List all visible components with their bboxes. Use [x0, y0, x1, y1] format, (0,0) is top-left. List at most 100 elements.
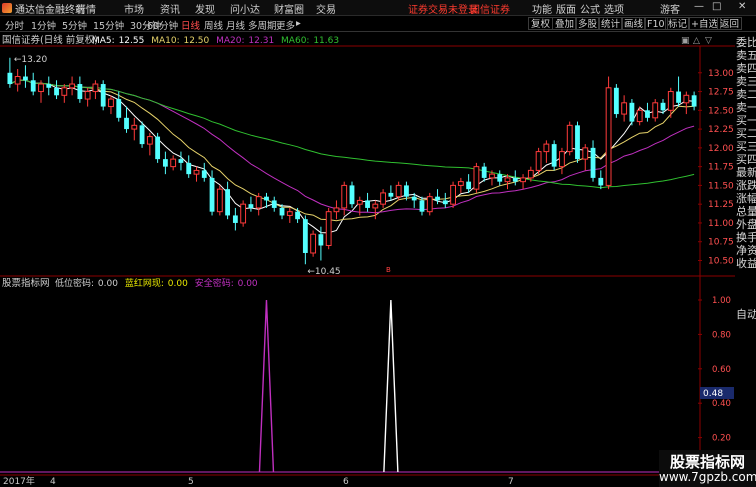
candle-up [527, 169, 534, 179]
period-tab-active[interactable]: 日线 [181, 18, 200, 32]
menu-discover[interactable]: 发现 [195, 1, 215, 16]
overlay-button[interactable]: 叠加 [552, 17, 578, 30]
indicator-spike [258, 299, 275, 473]
candle-down [691, 95, 697, 107]
menu-market[interactable]: 市场 [124, 1, 144, 16]
back-button[interactable]: 返回 [717, 17, 743, 30]
side-item[interactable]: 最新 [736, 166, 756, 179]
zoom-out-icon[interactable]: ▽ [705, 36, 712, 46]
menu-ask[interactable]: 问小达 [230, 1, 260, 16]
more-arrow-icon[interactable]: ▸ [296, 18, 301, 29]
watermark: 股票指标网 www.7gpzb.com [659, 450, 756, 487]
side-item[interactable]: 卖三 [736, 75, 756, 88]
candle-up [131, 124, 138, 130]
side-item[interactable]: 收益 [736, 257, 756, 270]
adjust-button[interactable]: 复权 [528, 17, 554, 30]
candle-down [54, 87, 59, 96]
side-item[interactable]: 总量 [736, 205, 756, 218]
candle-down [186, 162, 192, 175]
side-item[interactable]: 卖四 [736, 62, 756, 75]
candle-up [108, 98, 114, 108]
period-tab[interactable]: 分时 [5, 18, 24, 32]
menu-layout[interactable]: 版面 [556, 1, 576, 16]
candle-down [419, 200, 425, 212]
candle-down [613, 87, 619, 115]
date-label: 2017年 [3, 475, 35, 487]
menu-quotes[interactable]: 行情 [76, 1, 96, 16]
candle-up [380, 192, 387, 205]
minimize-icon[interactable]: — [694, 1, 704, 12]
candle-down [7, 72, 13, 85]
price-tick-label: 11.75 [708, 163, 734, 173]
stats-button[interactable]: 统计 [598, 17, 624, 30]
date-label: 7 [508, 477, 514, 487]
quote-side-panel: 委比 卖五 卖四 卖三 卖二 卖一 买一 买二 买三 买四 最新 涨跌 涨幅 总… [735, 32, 756, 478]
price-tick-label: 10.50 [708, 256, 734, 266]
candle-down [162, 159, 168, 167]
ind2-label: 蓝红网现: [125, 277, 164, 289]
side-item[interactable]: 买二 [736, 127, 756, 140]
menu-formula[interactable]: 公式 [580, 1, 600, 16]
candle-down [271, 200, 277, 208]
guest-label[interactable]: 游客 [660, 1, 680, 16]
candle-down [100, 84, 106, 107]
period-tab[interactable]: 60分钟 [147, 18, 178, 32]
candle-up [426, 196, 433, 213]
side-item[interactable]: 卖五 [736, 49, 756, 62]
candle-down [645, 110, 650, 118]
candle-down [30, 80, 36, 92]
menu-function[interactable]: 功能 [532, 1, 552, 16]
candle-up [341, 184, 348, 209]
ind1-label: 低位密码: [55, 277, 94, 289]
side-item[interactable]: 买一 [736, 114, 756, 127]
candle-up [559, 151, 565, 168]
period-tab[interactable]: 月线 [226, 18, 245, 32]
side-item[interactable]: 净资 [736, 244, 756, 257]
ma-legend: MA5: 12.55 MA10: 12.50 MA20: 12.31 MA60:… [92, 36, 339, 46]
side-item[interactable]: 外盘 [736, 218, 756, 231]
period-tab[interactable]: 1分钟 [31, 18, 56, 32]
period-tab-more[interactable]: 更多 [276, 18, 295, 32]
side-item[interactable]: 委比 [736, 36, 756, 49]
watermark-url: www.7gpzb.com [659, 470, 756, 484]
side-item[interactable]: 卖一 [736, 101, 756, 114]
period-tab[interactable]: 多周期 [248, 18, 277, 32]
draw-line-button[interactable]: 画线 [621, 17, 647, 30]
candle-up [504, 177, 511, 183]
candle-down [178, 159, 184, 163]
period-tab[interactable]: 5分钟 [62, 18, 87, 32]
mark-button[interactable]: 标记 [665, 17, 691, 30]
candle-up [535, 151, 542, 171]
auto-button[interactable]: 自动 [736, 308, 756, 321]
candle-up [395, 184, 402, 198]
side-item[interactable]: 涨幅 [736, 192, 756, 205]
price-tick-label: 11.25 [708, 200, 734, 210]
side-item[interactable]: 涨跌 [736, 179, 756, 192]
multi-stock-button[interactable]: 多股 [575, 17, 601, 30]
menu-wealth[interactable]: 财富圈 [274, 1, 304, 16]
candle-up [450, 184, 456, 205]
period-tab[interactable]: 周线 [204, 18, 223, 32]
price-tick-label: 12.75 [708, 88, 734, 98]
chart-settings-icon[interactable]: ▣ [681, 36, 690, 46]
candle-up [652, 102, 659, 119]
menu-trade[interactable]: 交易 [316, 1, 336, 16]
candle-down [279, 207, 285, 216]
candle-up [566, 124, 573, 153]
period-tab[interactable]: 15分钟 [93, 18, 124, 32]
side-item[interactable]: 换手 [736, 231, 756, 244]
side-item[interactable]: 卖二 [736, 88, 756, 101]
side-item[interactable]: 买四 [736, 153, 756, 166]
candle-up [582, 147, 589, 160]
candle-down [232, 215, 238, 223]
zoom-in-icon[interactable]: △ [693, 36, 700, 46]
chart-area[interactable]: 13.00 12.75 12.50 12.25 12.00 11.75 11.50 11.25… [0, 32, 735, 487]
menu-news[interactable]: 资讯 [160, 1, 180, 16]
broker-name[interactable]: 国信证券 [470, 1, 510, 16]
menu-options[interactable]: 选项 [604, 1, 624, 16]
candle-down [77, 84, 83, 100]
trade-login-status[interactable]: 证券交易未登录 [408, 1, 478, 16]
side-item[interactable]: 买三 [736, 140, 756, 153]
close-icon[interactable]: ✕ [738, 1, 746, 12]
maximize-icon[interactable]: □ [712, 1, 721, 12]
